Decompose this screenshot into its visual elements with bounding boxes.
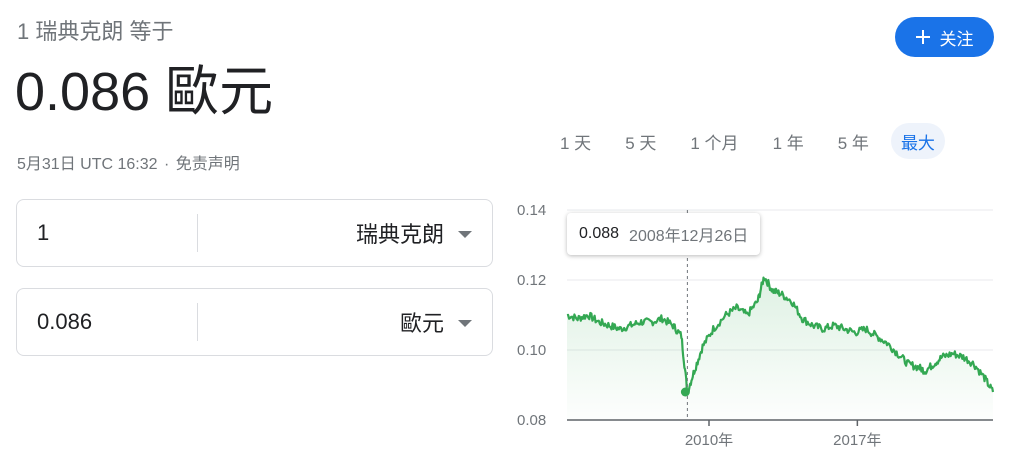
follow-button[interactable]: 关注 (895, 17, 994, 57)
to-currency-select[interactable]: 歐元 (198, 289, 492, 355)
disclaimer-link[interactable]: 免责声明 (176, 156, 240, 173)
caret-down-icon (458, 230, 472, 238)
x-tick-label: 2010年 (685, 432, 733, 449)
series-area (567, 277, 993, 420)
tab-1-year[interactable]: 1 年 (761, 123, 816, 159)
y-tick-label: 0.12 (517, 272, 546, 289)
highlight-point (680, 387, 690, 397)
y-tick-label: 0.10 (517, 342, 546, 359)
separator: · (163, 156, 170, 173)
from-currency-row: 瑞典克朗 (16, 199, 493, 267)
to-amount-input[interactable] (17, 289, 197, 355)
timestamp-line: 5月31日 UTC 16:32 · 免责声明 (17, 150, 240, 174)
caret-down-icon (458, 319, 472, 327)
to-currency-row: 歐元 (16, 288, 493, 356)
x-tick-label: 2017年 (833, 432, 881, 449)
y-tick-label: 0.14 (517, 202, 546, 219)
from-amount-input[interactable] (17, 200, 197, 266)
converted-value: 0.086 歐元 (15, 62, 274, 122)
tooltip-value: 0.088 (579, 225, 620, 242)
y-tick-label: 0.08 (517, 412, 546, 429)
tab-5-years[interactable]: 5 年 (826, 123, 881, 159)
chart-tooltip: 0.088 2008年12月26日 (567, 213, 761, 255)
tooltip-date: 2008年12月26日 (629, 228, 749, 245)
timestamp: 5月31日 UTC 16:32 (17, 156, 158, 173)
to-currency-label: 歐元 (399, 311, 444, 336)
time-range-tabs: 1 天 5 天 1 个月 1 年 5 年 最大 (548, 123, 955, 159)
from-currency-select[interactable]: 瑞典克朗 (198, 200, 492, 266)
tab-max[interactable]: 最大 (890, 123, 945, 159)
follow-button-label: 关注 (939, 29, 974, 49)
tab-1-month[interactable]: 1 个月 (678, 123, 750, 159)
tab-5-days[interactable]: 5 天 (613, 123, 668, 159)
from-currency-label: 瑞典克朗 (355, 222, 444, 247)
plus-icon (915, 30, 930, 44)
equals-label: 1 瑞典克朗 等于 (17, 19, 174, 44)
tab-1-day[interactable]: 1 天 (548, 123, 603, 159)
